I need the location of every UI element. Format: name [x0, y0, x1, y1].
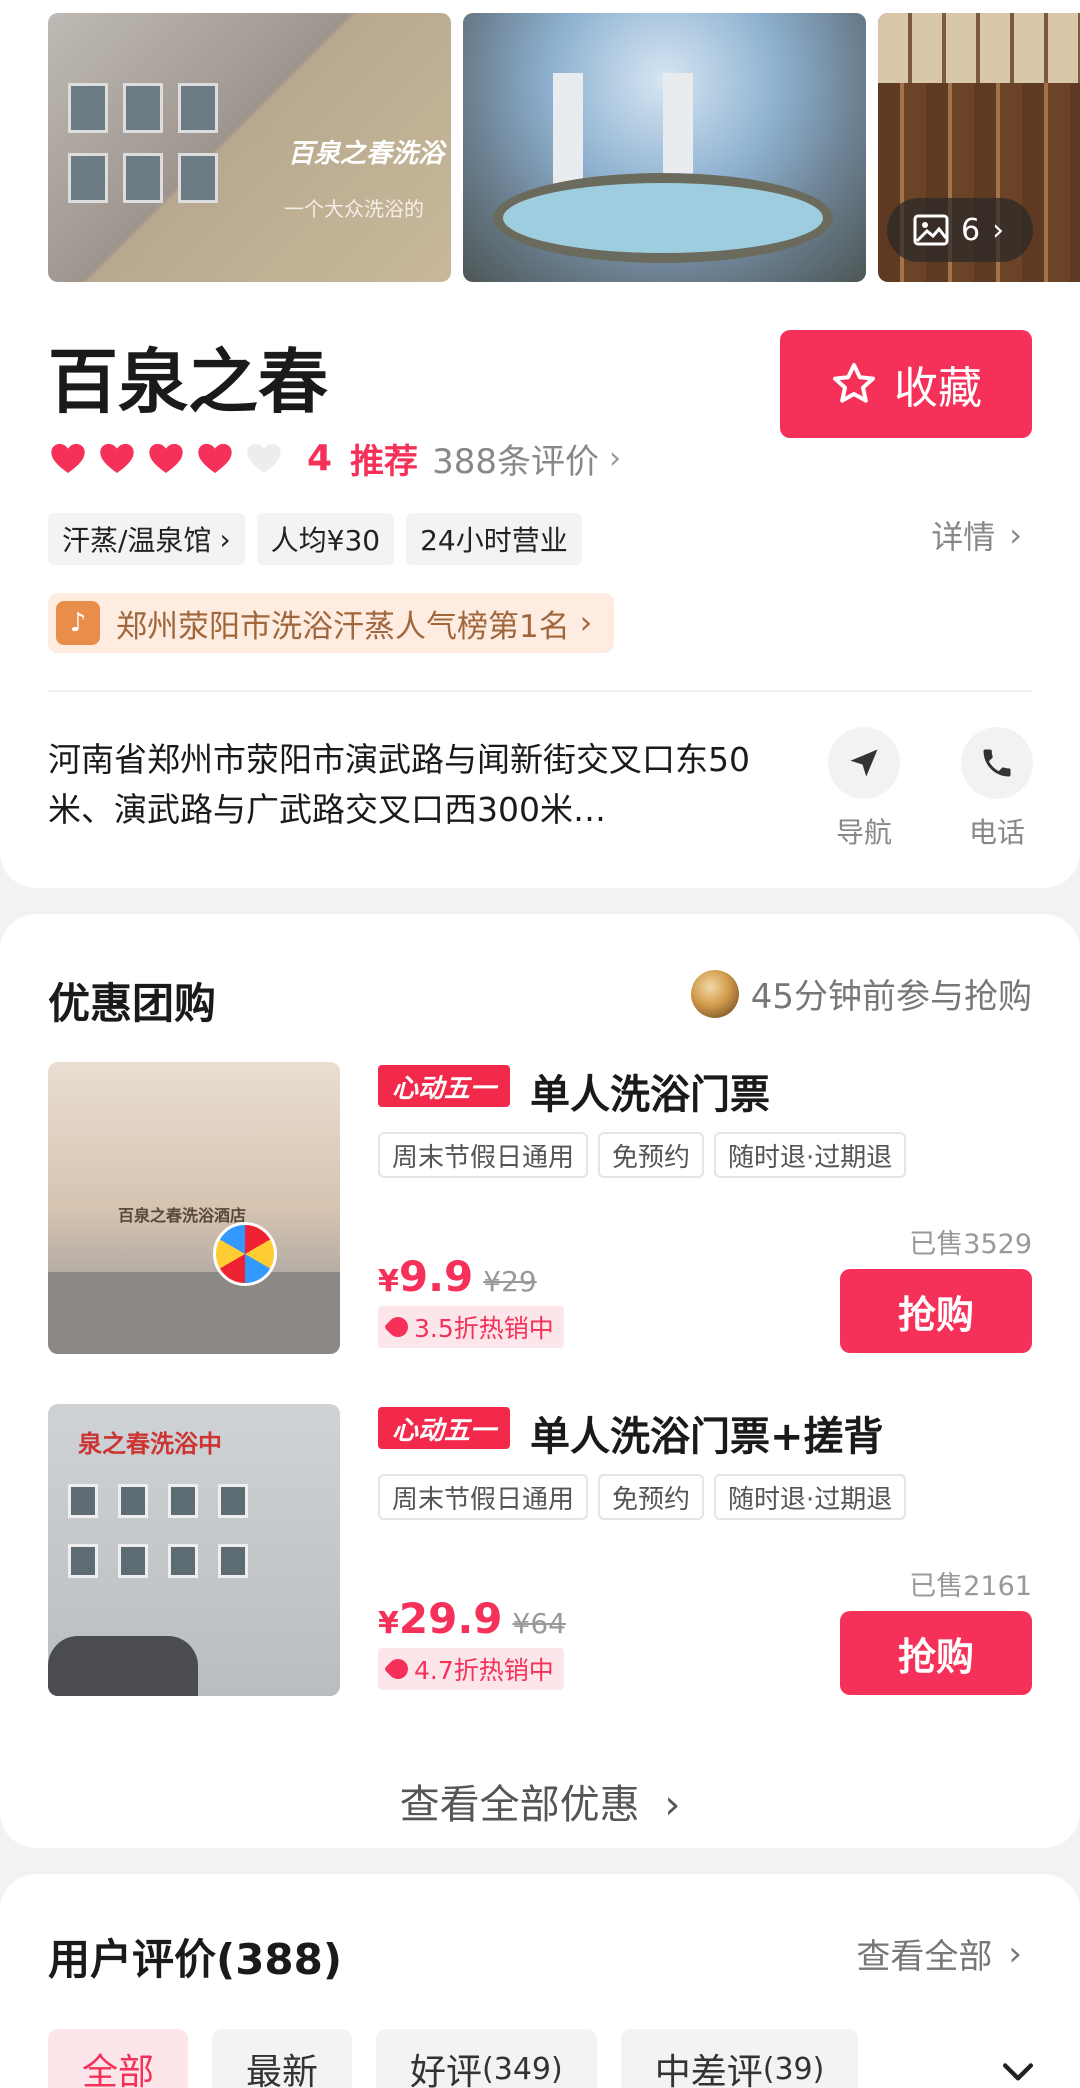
- rating-row[interactable]: 4 推荐 388条评价 ›: [48, 432, 621, 484]
- avatar: [690, 969, 739, 1018]
- chevron-down-icon[interactable]: [996, 2049, 1040, 2088]
- shop-name: 百泉之春: [48, 341, 328, 423]
- douyin-icon: ♪: [56, 601, 100, 645]
- tag-icon: [383, 1654, 413, 1684]
- buy-button[interactable]: 抢购: [840, 1611, 1032, 1695]
- view-all-reviews-link[interactable]: 查看全部 ›: [856, 1929, 1022, 1978]
- navigation-button[interactable]: 导航: [819, 727, 909, 851]
- filter-latest[interactable]: 最新: [212, 2029, 353, 2088]
- chevron-right-icon: ›: [1009, 516, 1022, 554]
- original-price: ¥29: [483, 1265, 537, 1298]
- sold-count: 已售3529: [909, 1229, 1032, 1260]
- deal-price: ¥ 9.9 ¥29: [378, 1252, 537, 1301]
- favorite-label: 收藏: [894, 363, 982, 414]
- chevron-right-icon: ›: [664, 1782, 681, 1828]
- phone-button[interactable]: 电话: [952, 727, 1042, 851]
- photo-count-button[interactable]: 6 ›: [887, 198, 1033, 262]
- recent-purchase: 45分钟前参与抢购: [690, 969, 1032, 1018]
- rating-recommend: 推荐: [350, 441, 419, 482]
- filter-negative[interactable]: 中差评 (39): [620, 2029, 859, 2088]
- tag-icon: [383, 1312, 413, 1342]
- gallery-photo-storefront[interactable]: 百泉之春洗浴 一个大众洗浴的: [48, 13, 451, 282]
- price-tag: 人均¥30: [256, 513, 395, 565]
- chevron-right-icon: ›: [579, 605, 593, 641]
- filter-positive[interactable]: 好评 (349): [376, 2029, 597, 2088]
- promo-badge: 心动五一: [378, 1407, 511, 1449]
- gallery-photo-pool[interactable]: [463, 13, 866, 282]
- phone-label: 电话: [968, 816, 1025, 849]
- photo-count-label: 6: [961, 212, 981, 248]
- sold-count: 已售2161: [909, 1571, 1032, 1602]
- heart-filled-icon: [51, 443, 85, 473]
- deal-title: 单人洗浴门票: [530, 1072, 770, 1118]
- navigation-arrow-icon: [850, 749, 878, 777]
- divider: [48, 690, 1032, 692]
- photo-banner-text: 百泉之春洗浴: [288, 139, 445, 169]
- deal-tags: 周末节假日通用 免预约 随时退·过期退: [378, 1132, 907, 1178]
- deal-tag: 免预约: [598, 1474, 705, 1520]
- shop-tags: 汗蒸/温泉馆 › 人均¥30 24小时营业: [48, 513, 582, 565]
- deal-tag: 免预约: [598, 1132, 705, 1178]
- deal-title: 单人洗浴门票+搓背: [530, 1414, 884, 1460]
- rating-score: 4: [307, 437, 333, 479]
- phone-icon: [983, 749, 1011, 777]
- image-icon: [913, 214, 949, 246]
- review-count-link[interactable]: 388条评价: [432, 434, 599, 483]
- category-tag[interactable]: 汗蒸/温泉馆 ›: [48, 513, 245, 565]
- deal-image: 泉之春洗浴中: [48, 1404, 340, 1696]
- deal-price: ¥ 29.9 ¥64: [378, 1594, 566, 1643]
- detail-link[interactable]: 详情 ›: [931, 512, 1022, 558]
- deal-tags: 周末节假日通用 免预约 随时退·过期退: [378, 1474, 907, 1520]
- chevron-right-icon: ›: [219, 522, 231, 556]
- shop-address[interactable]: 河南省郑州市荥阳市演武路与闻新街交叉口东50米、演武路与广武路交叉口西300米…: [48, 735, 768, 835]
- deal-tag: 随时退·过期退: [714, 1132, 907, 1178]
- shop-header-card: 百泉之春洗浴 一个大众洗浴的 6 › 百泉之春 收藏 4 推荐 388条评价 ›: [0, 0, 1080, 888]
- section-title: 优惠团购: [48, 979, 217, 1028]
- deal-tag: 随时退·过期退: [714, 1474, 907, 1520]
- group-buy-card: 优惠团购 45分钟前参与抢购 百泉之春洗浴酒店 心动五一 单人洗浴门票 周末节假…: [0, 914, 1080, 1848]
- section-title: 用户评价(388): [48, 1935, 343, 1984]
- photo-sub-text: 一个大众洗浴的: [284, 197, 424, 221]
- heart-filled-icon: [100, 443, 134, 473]
- chevron-right-icon: ›: [992, 212, 1005, 248]
- see-all-deals-link[interactable]: 查看全部优惠 ›: [0, 1772, 1080, 1830]
- heart-empty-icon: [247, 443, 281, 473]
- review-filters: 全部 最新 好评 (349) 中差评 (39): [48, 2029, 859, 2088]
- deal-tag: 周末节假日通用: [378, 1474, 589, 1520]
- hours-tag: 24小时营业: [406, 513, 582, 565]
- deal-item[interactable]: 百泉之春洗浴酒店 心动五一 单人洗浴门票 周末节假日通用 免预约 随时退·过期退…: [48, 1062, 1032, 1354]
- reviews-card: 用户评价(388) 查看全部 › 全部 最新 好评 (349) 中差评 (39): [0, 1874, 1080, 2088]
- photo-gallery[interactable]: 百泉之春洗浴 一个大众洗浴的 6 ›: [48, 13, 1080, 282]
- original-price: ¥64: [512, 1607, 566, 1640]
- favorite-button[interactable]: 收藏: [780, 330, 1032, 438]
- ranking-badge[interactable]: ♪ 郑州荥阳市洗浴汗蒸人气榜第1名 ›: [48, 593, 615, 653]
- buy-button[interactable]: 抢购: [840, 1269, 1032, 1353]
- filter-all[interactable]: 全部: [48, 2029, 189, 2088]
- deal-item[interactable]: 泉之春洗浴中 心动五一 单人洗浴门票+搓背 周末节假日通用 免预约 随时退·过期…: [48, 1404, 1032, 1696]
- heart-filled-icon: [149, 443, 183, 473]
- star-icon: [833, 363, 875, 403]
- discount-badge: 4.7折热销中: [378, 1648, 564, 1690]
- ranking-text: 郑州荥阳市洗浴汗蒸人气榜第1名: [116, 608, 570, 645]
- chevron-right-icon: ›: [1008, 1933, 1022, 1974]
- deal-tag: 周末节假日通用: [378, 1132, 589, 1178]
- chevron-right-icon: ›: [608, 440, 621, 476]
- discount-badge: 3.5折热销中: [378, 1306, 564, 1348]
- heart-filled-icon: [198, 443, 232, 473]
- deal-image: 百泉之春洗浴酒店: [48, 1062, 340, 1354]
- promo-badge: 心动五一: [378, 1065, 511, 1107]
- navigation-label: 导航: [835, 816, 892, 849]
